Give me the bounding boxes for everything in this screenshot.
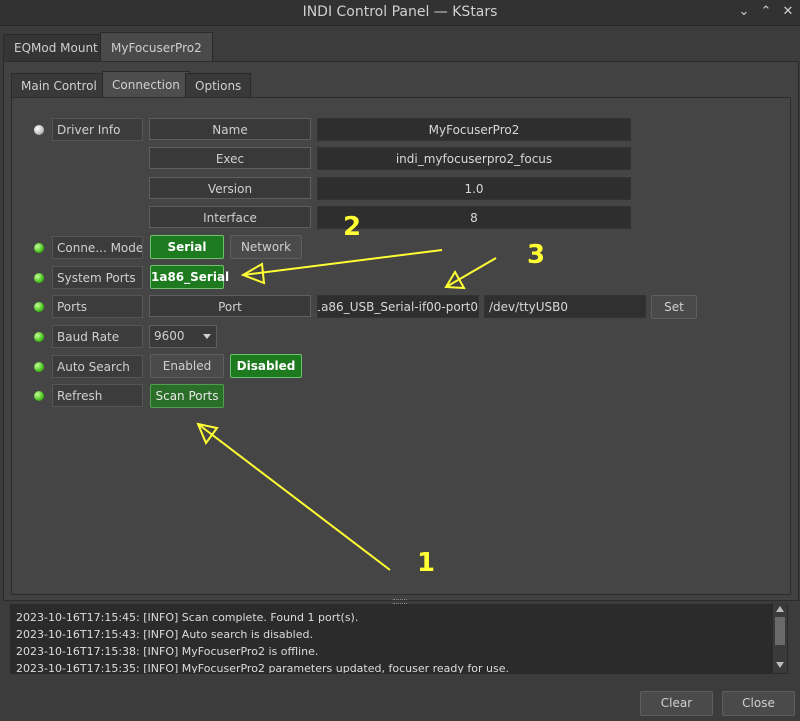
auto-search-disabled-button[interactable]: Disabled <box>230 354 302 378</box>
system-port-1a86-serial-button[interactable]: 1a86_Serial <box>150 265 229 289</box>
refresh-label: Refresh <box>52 384 143 407</box>
auto-search-enabled-button[interactable]: Enabled <box>150 354 224 378</box>
log-line: 2023-10-16T17:15:45: [INFO] Scan complet… <box>16 611 359 624</box>
connection-mode-label: Conne... Mode <box>52 236 143 259</box>
annotation-label-3: 3 <box>527 240 546 270</box>
chevron-down-icon <box>203 334 211 339</box>
message-log[interactable]: 2023-10-16T17:15:45: [INFO] Scan complet… <box>10 604 788 674</box>
clear-button[interactable]: Clear <box>640 691 713 716</box>
ports-status-light <box>34 302 44 312</box>
port-input[interactable]: /dev/ttyUSB0 <box>484 295 646 318</box>
tab-main-control[interactable]: Main Control <box>11 73 107 98</box>
set-port-button[interactable]: Set <box>651 295 697 319</box>
scroll-up-icon[interactable] <box>776 606 784 612</box>
scroll-down-icon[interactable] <box>776 662 784 668</box>
baud-rate-value: 9600 <box>154 329 185 343</box>
connection-mode-status-light <box>34 243 44 253</box>
window-title: INDI Control Panel — KStars <box>302 4 498 20</box>
ports-label: Ports <box>52 295 143 318</box>
network-button[interactable]: Network <box>230 235 302 259</box>
refresh-status-light <box>34 391 44 401</box>
system-ports-status-light <box>34 273 44 283</box>
tab-connection[interactable]: Connection <box>102 71 190 99</box>
tab-myfocuserpro2[interactable]: MyFocuserPro2 <box>100 32 213 63</box>
close-button[interactable]: Close <box>722 691 795 716</box>
auto-search-status-light <box>34 362 44 372</box>
driver-info-label: Driver Info <box>52 118 143 141</box>
tab-eqmod-mount[interactable]: EQMod Mount <box>3 34 109 62</box>
annotation-label-1: 1 <box>417 548 436 578</box>
name-field: Name <box>149 118 311 140</box>
system-ports-label: System Ports <box>52 266 143 289</box>
exec-value: indi_myfocuserpro2_focus <box>317 147 631 170</box>
chevron-down-icon[interactable]: ⌄ <box>735 3 753 21</box>
baud-rate-status-light <box>34 332 44 342</box>
log-line: 2023-10-16T17:15:35: [INFO] MyFocuserPro… <box>16 662 509 674</box>
title-bar: INDI Control Panel — KStars ⌄ ⌃ ✕ <box>0 0 800 26</box>
interface-value: 8 <box>317 206 631 229</box>
name-value: MyFocuserPro2 <box>317 118 631 141</box>
tab-options[interactable]: Options <box>185 73 252 98</box>
baud-rate-label: Baud Rate <box>52 325 143 348</box>
interface-field: Interface <box>149 206 311 228</box>
scrollbar-thumb[interactable] <box>775 617 785 645</box>
version-field: Version <box>149 177 311 199</box>
baud-rate-select[interactable]: 9600 <box>149 325 217 348</box>
scan-ports-button[interactable]: Scan Ports <box>150 384 224 408</box>
auto-search-label: Auto Search <box>52 355 143 378</box>
chevron-up-icon[interactable]: ⌃ <box>757 3 775 21</box>
annotation-label-2: 2 <box>343 212 362 242</box>
exec-field: Exec <box>149 147 311 169</box>
log-line: 2023-10-16T17:15:38: [INFO] MyFocuserPro… <box>16 645 319 658</box>
log-scrollbar[interactable] <box>772 603 787 673</box>
port-current-value: b-1a86_USB_Serial-if00-port0 <box>317 295 479 318</box>
serial-button[interactable]: Serial <box>150 235 224 259</box>
close-icon[interactable]: ✕ <box>779 3 797 21</box>
version-value: 1.0 <box>317 177 631 200</box>
log-line: 2023-10-16T17:15:43: [INFO] Auto search … <box>16 628 313 641</box>
driver-info-status-light <box>34 125 44 135</box>
port-field: Port <box>149 295 311 317</box>
